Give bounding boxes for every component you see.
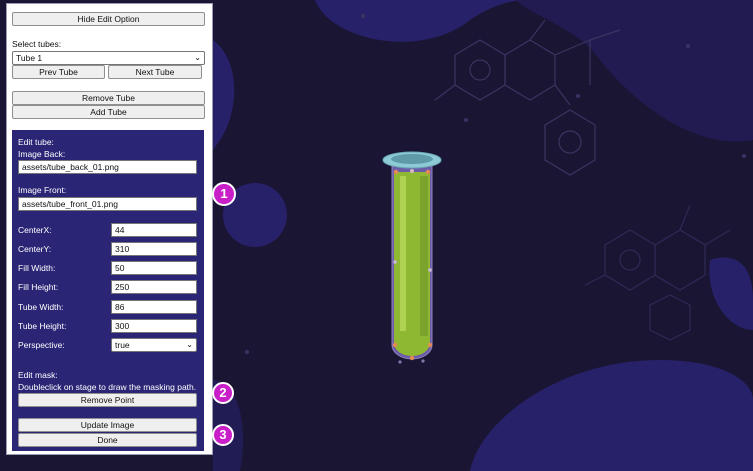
perspective-label: Perspective: bbox=[18, 340, 65, 350]
fill-width-input[interactable]: 50 bbox=[111, 261, 197, 275]
bg-dot bbox=[686, 44, 690, 48]
tube-select-value: Tube 1 bbox=[16, 53, 43, 63]
bg-dot bbox=[361, 14, 365, 18]
centery-label: CenterY: bbox=[18, 244, 52, 254]
step-badge-2: 2 bbox=[212, 382, 234, 404]
tube-rim-hole bbox=[391, 154, 433, 164]
select-tubes-label: Select tubes: bbox=[12, 39, 62, 49]
tube-highlight bbox=[400, 176, 406, 331]
mask-point bbox=[409, 355, 415, 361]
perspective-value: true bbox=[115, 340, 130, 350]
remove-point-button[interactable]: Remove Point bbox=[18, 393, 197, 407]
chevron-down-icon: ⌄ bbox=[194, 53, 201, 62]
tube-width-label: Tube Width: bbox=[18, 302, 64, 312]
bg-dot bbox=[576, 94, 580, 98]
fill-height-label: Fill Height: bbox=[18, 282, 59, 292]
step-badge-3: 3 bbox=[212, 424, 234, 446]
done-button[interactable]: Done bbox=[18, 433, 197, 447]
tube-shade bbox=[420, 176, 428, 336]
tube-height-label: Tube Height: bbox=[18, 321, 67, 331]
image-back-label: Image Back: bbox=[18, 149, 66, 159]
mask-point bbox=[427, 342, 433, 348]
bg-dot bbox=[742, 154, 746, 158]
image-front-label: Image Front: bbox=[18, 185, 67, 195]
mask-point bbox=[410, 169, 414, 173]
chevron-down-icon: ⌄ bbox=[186, 340, 193, 349]
image-front-input[interactable]: assets/tube_front_01.png bbox=[18, 197, 197, 211]
remove-tube-button[interactable]: Remove Tube bbox=[12, 91, 205, 105]
fill-height-input[interactable]: 250 bbox=[111, 280, 197, 294]
image-back-input[interactable]: assets/tube_back_01.png bbox=[18, 160, 197, 174]
centerx-label: CenterX: bbox=[18, 225, 52, 235]
tube-height-input[interactable]: 300 bbox=[111, 319, 197, 333]
update-image-button[interactable]: Update Image bbox=[18, 418, 197, 432]
perspective-select[interactable]: true ⌄ bbox=[111, 338, 197, 352]
step-badge-1: 1 bbox=[212, 182, 236, 206]
edit-tube-title: Edit tube: bbox=[18, 137, 54, 147]
edit-mask-title: Edit mask: bbox=[18, 370, 58, 380]
mask-point bbox=[428, 268, 432, 272]
mask-hint-text: Doubleclick on stage to draw the masking… bbox=[18, 382, 197, 392]
centerx-input[interactable]: 44 bbox=[111, 223, 197, 237]
prev-tube-button[interactable]: Prev Tube bbox=[12, 65, 105, 79]
next-tube-button[interactable]: Next Tube bbox=[108, 65, 202, 79]
mask-point bbox=[393, 260, 397, 264]
mask-point bbox=[421, 359, 425, 363]
bg-dot bbox=[245, 350, 249, 354]
centery-input[interactable]: 310 bbox=[111, 242, 197, 256]
mask-point bbox=[398, 360, 402, 364]
mask-point bbox=[392, 342, 398, 348]
mask-point bbox=[393, 169, 399, 175]
tube-width-input[interactable]: 86 bbox=[111, 300, 197, 314]
add-tube-button[interactable]: Add Tube bbox=[12, 105, 205, 119]
fill-width-label: Fill Width: bbox=[18, 263, 56, 273]
test-tube[interactable] bbox=[382, 151, 442, 364]
mask-point bbox=[425, 169, 431, 175]
hide-edit-option-button[interactable]: Hide Edit Option bbox=[12, 12, 205, 26]
tube-select[interactable]: Tube 1 ⌄ bbox=[12, 51, 205, 65]
edit-tube-section: Edit tube: Image Back: assets/tube_back_… bbox=[12, 130, 204, 451]
bg-dot bbox=[464, 118, 468, 122]
